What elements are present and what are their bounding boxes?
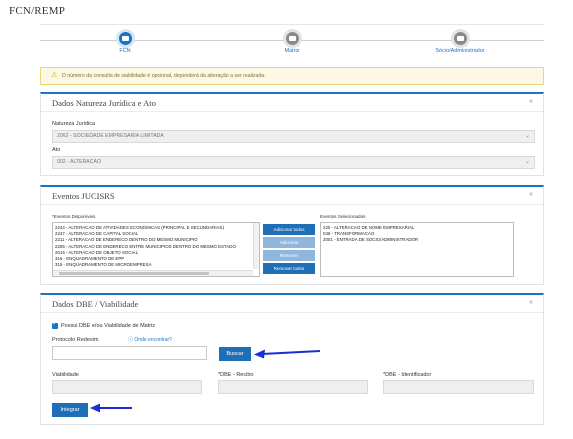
natureza-select-value: 2062 - SOCIEDADE EMPRESARIA LIMITADA [57,133,164,139]
buscar-button[interactable]: Buscar [219,347,251,361]
viabilidade-label: Viabilidade [52,372,79,378]
dbe-checkbox[interactable] [52,321,58,329]
wizard-steps: FCN Matriz Sócio/Administrador [40,32,544,56]
dbe-identificador-label: *DBE - Identificador [383,372,432,378]
info-icon: ⓘ [128,337,134,343]
eventos-panel: Eventos JUCISRS « *Eventos Disponíveis E… [40,185,544,285]
list-item[interactable]: 2001 - ENTRADA DE SOCIO/ADMINISTRADOR [323,237,511,243]
eventos-disponiveis-list[interactable]: 2244 - ALTERACAO DE ATIVIDADES ECONOMICA… [52,222,260,277]
vertical-scrollbar[interactable] [253,223,259,269]
chevron-down-icon: ⌄ [524,159,530,165]
chevron-down-icon: ⌄ [524,133,530,139]
dbe-recibo-label: *DBE - Recibo [218,372,254,378]
dbe-identificador-input[interactable] [383,380,534,394]
help-link[interactable]: ⓘ Onde encontrar? [128,336,172,343]
annotation-arrow-left-icon [90,403,132,413]
step-fcn-label: FCN [119,48,131,54]
natureza-select[interactable]: 2062 - SOCIEDADE EMPRESARIA LIMITADA ⌄ [52,130,535,143]
natureza-label: Natureza Jurídica [52,121,96,127]
annotation-arrow-left-icon [254,349,321,359]
step-fcn-icon [118,32,132,45]
list-item[interactable]: 315 - ENQUADRAMENTO DE MICROEMPRESA [55,262,257,268]
collapse-chevron-icon[interactable]: « [529,191,533,198]
title-divider [40,24,544,25]
add-button[interactable]: Adicionar [263,237,315,248]
ato-select[interactable]: 002 - ALTERACAO ⌄ [52,156,535,169]
step-fcn[interactable]: FCN [70,32,180,54]
add-all-button[interactable]: Adicionar todos [263,224,315,235]
alert-text: O número da consulta de viabilidade é op… [61,73,266,79]
viabilidade-input[interactable] [52,380,202,394]
dbe-checkbox-label: Possui DBE e/ou Viabilidade de Matriz [61,323,156,329]
horizontal-scrollbar[interactable] [53,270,253,276]
list-item[interactable]: 2205 - ALTERACAO DE ENDERECO ENTRE MUNIC… [55,244,257,250]
step-socio[interactable]: Sócio/Administrador [405,32,515,54]
page-title: FCN/REMP [9,5,66,17]
dbe-recibo-input[interactable] [218,380,368,394]
step-socio-icon [453,32,467,45]
dbe-panel-header: Dados DBE / Viabilidade « [41,295,543,313]
eventos-selecionados-list[interactable]: 220 - ALTERACAO DE NOME EMPRESARIAL 046 … [320,222,514,277]
remove-button[interactable]: Remover [263,250,315,261]
ato-label: Ato [52,147,61,153]
natureza-panel: Dados Natureza Jurídica e Ato « Natureza… [40,92,544,176]
integrar-button[interactable]: Integrar [52,403,88,417]
protocolo-input[interactable] [52,346,207,360]
eventos-disponiveis-label: *Eventos Disponíveis [52,214,96,219]
collapse-chevron-icon[interactable]: « [529,299,533,306]
eventos-panel-title: Eventos JUCISRS [52,191,115,201]
remove-all-button[interactable]: Remover todos [263,263,315,274]
warning-icon: ⚠ [51,72,58,79]
ato-select-value: 002 - ALTERACAO [57,159,102,165]
dbe-panel-title: Dados DBE / Viabilidade [52,299,139,309]
eventos-panel-header: Eventos JUCISRS « [41,187,543,205]
protocolo-label: Protocolo Redesim [52,337,99,343]
natureza-panel-title: Dados Natureza Jurídica e Ato [52,98,156,108]
scrollbar-thumb[interactable] [59,272,209,275]
help-link-text: Onde encontrar? [134,337,172,343]
collapse-chevron-icon[interactable]: « [529,98,533,105]
step-matriz-icon [285,32,299,45]
eventos-selecionados-label: Eventos Selecionados [320,214,366,219]
step-matriz[interactable]: Matriz [237,32,347,54]
viabilidade-alert: ⚠ O número da consulta de viabilidade é … [40,67,544,85]
natureza-panel-header: Dados Natureza Jurídica e Ato « [41,94,543,112]
step-socio-label: Sócio/Administrador [435,48,485,54]
step-matriz-label: Matriz [284,48,300,54]
